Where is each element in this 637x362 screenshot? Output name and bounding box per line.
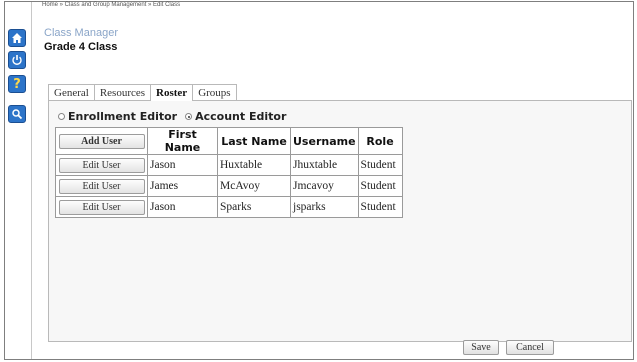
username-cell: Jhuxtable [290, 154, 359, 176]
edit-user-button[interactable]: Edit User [58, 199, 145, 215]
first-name-cell: James [147, 175, 218, 197]
table-row: Edit User Jason Sparks jsparks Student [55, 196, 403, 218]
magnifier-icon[interactable] [8, 105, 26, 123]
help-icon[interactable]: ? [8, 75, 26, 93]
last-name-cell: Huxtable [217, 154, 291, 176]
edit-user-button[interactable]: Edit User [58, 157, 145, 173]
first-name-cell: Jason [147, 154, 218, 176]
column-header-first-name: First Name [147, 127, 218, 155]
editor-mode-radios: Enrollment Editor Account Editor [58, 110, 286, 123]
column-header-role: Role [357, 127, 403, 155]
left-toolbar: ? [5, 2, 32, 359]
role-cell: Student [357, 154, 403, 176]
tab-groups[interactable]: Groups [192, 84, 237, 100]
role-cell: Student [357, 196, 403, 218]
enrollment-editor-label[interactable]: Enrollment Editor [68, 110, 177, 123]
last-name-cell: McAvoy [217, 175, 291, 197]
breadcrumb[interactable]: Home » Class and Group Management » Edit… [42, 2, 180, 8]
tab-roster[interactable]: Roster [150, 84, 194, 101]
last-name-cell: Sparks [217, 196, 291, 218]
enrollment-editor-radio[interactable] [58, 113, 65, 120]
tab-general[interactable]: General [48, 84, 95, 100]
tab-resources[interactable]: Resources [93, 84, 152, 100]
account-editor-label[interactable]: Account Editor [195, 110, 286, 123]
table-row: Edit User James McAvoy Jmcavoy Student [55, 175, 403, 197]
row-action-cell: Edit User [55, 154, 148, 176]
username-cell: jsparks [290, 196, 359, 218]
table-header-row: Add User First Name Last Name Username R… [55, 127, 403, 155]
page-title: Grade 4 Class [44, 41, 118, 53]
role-cell: Student [357, 175, 403, 197]
account-editor-radio[interactable] [185, 113, 193, 120]
cancel-button[interactable]: Cancel [506, 340, 554, 355]
column-header-username: Username [290, 127, 359, 155]
roster-table: Add User First Name Last Name Username R… [55, 127, 403, 218]
save-button[interactable]: Save [463, 340, 499, 355]
header-action-cell: Add User [55, 127, 148, 155]
row-action-cell: Edit User [55, 196, 148, 218]
app-title: Class Manager [44, 27, 118, 39]
home-icon[interactable] [8, 29, 26, 47]
tab-bar: General Resources Roster Groups [48, 84, 237, 101]
column-header-last-name: Last Name [217, 127, 291, 155]
add-user-button[interactable]: Add User [58, 133, 145, 149]
username-cell: Jmcavoy [290, 175, 359, 197]
power-icon[interactable] [8, 51, 26, 69]
row-action-cell: Edit User [55, 175, 148, 197]
table-row: Edit User Jason Huxtable Jhuxtable Stude… [55, 154, 403, 176]
edit-user-button[interactable]: Edit User [58, 178, 145, 194]
first-name-cell: Jason [147, 196, 218, 218]
